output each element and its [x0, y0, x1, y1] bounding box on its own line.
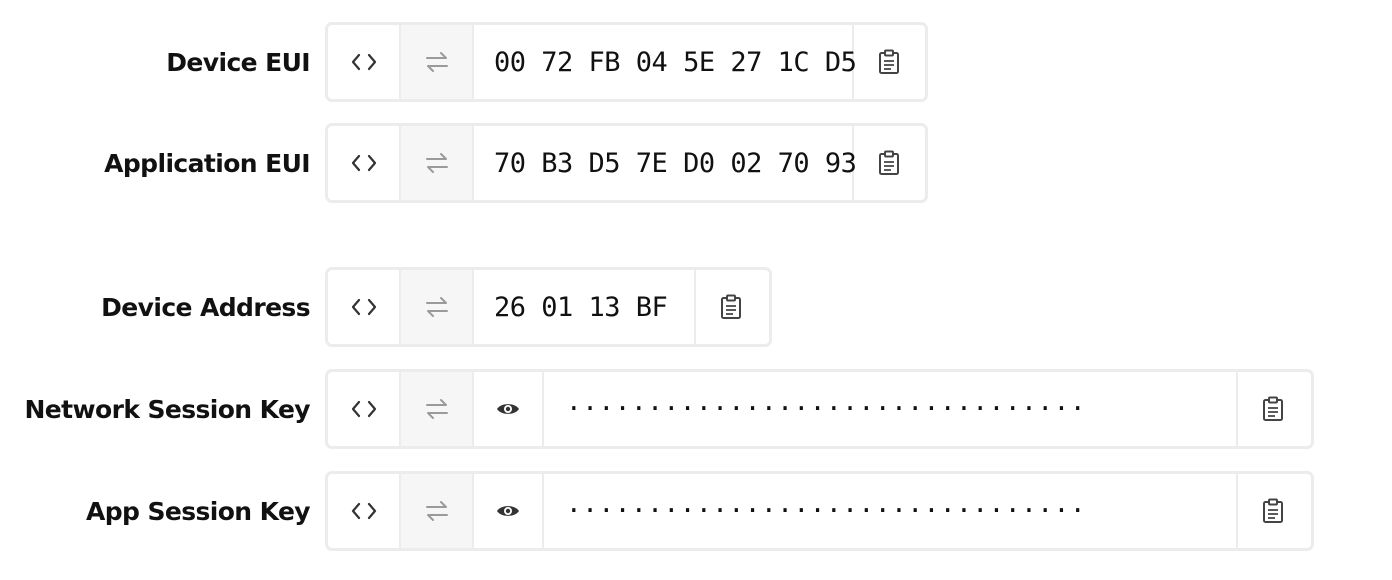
- format-toggle-button[interactable]: [328, 25, 401, 99]
- field-row-device-address: Device Address 26 01 13 BF: [0, 267, 772, 347]
- format-toggle-button[interactable]: [328, 270, 401, 344]
- clipboard-icon: [1263, 396, 1283, 421]
- field-label: App Session Key: [86, 496, 311, 526]
- device-address-value[interactable]: 26 01 13 BF: [474, 270, 696, 344]
- byte-order-swap-button[interactable]: [401, 372, 474, 446]
- copy-button[interactable]: [1238, 474, 1308, 548]
- app-session-key-field: ································: [325, 471, 1314, 551]
- field-label: Network Session Key: [24, 394, 310, 424]
- code-brackets-icon: [351, 53, 376, 71]
- clipboard-icon: [879, 150, 899, 175]
- field-label: Application EUI: [104, 148, 310, 178]
- network-session-key-value[interactable]: ································: [544, 372, 1238, 446]
- device-address-field: 26 01 13 BF: [325, 267, 772, 347]
- device-eui-field: 00 72 FB 04 5E 27 1C D5: [325, 22, 928, 102]
- clipboard-icon: [1263, 498, 1283, 523]
- swap-arrows-icon: [425, 297, 448, 317]
- field-row-device-eui: Device EUI 00 72 FB 04 5E 27 1C D5: [0, 22, 928, 102]
- byte-order-swap-button[interactable]: [401, 270, 474, 344]
- code-brackets-icon: [351, 154, 376, 172]
- copy-button[interactable]: [854, 25, 924, 99]
- byte-order-swap-button[interactable]: [401, 474, 474, 548]
- reveal-key-button[interactable]: [474, 372, 544, 446]
- format-toggle-button[interactable]: [328, 126, 401, 200]
- application-eui-value[interactable]: 70 B3 D5 7E D0 02 70 93: [474, 126, 857, 200]
- copy-button[interactable]: [854, 126, 924, 200]
- application-eui-field: 70 B3 D5 7E D0 02 70 93: [325, 123, 928, 203]
- device-eui-value[interactable]: 00 72 FB 04 5E 27 1C D5: [474, 25, 857, 99]
- code-brackets-icon: [351, 298, 376, 316]
- field-label: Device EUI: [166, 47, 310, 77]
- clipboard-icon: [879, 49, 899, 74]
- format-toggle-button[interactable]: [328, 474, 401, 548]
- field-row-network-session-key: Network Session Key ····················…: [0, 369, 1314, 449]
- field-row-app-session-key: App Session Key ························…: [0, 471, 1314, 551]
- network-session-key-field: ································: [325, 369, 1314, 449]
- copy-button[interactable]: [1238, 372, 1308, 446]
- eye-icon: [497, 506, 519, 516]
- eye-icon: [497, 404, 519, 414]
- field-label: Device Address: [101, 292, 310, 322]
- format-toggle-button[interactable]: [328, 372, 401, 446]
- swap-arrows-icon: [425, 501, 448, 521]
- code-brackets-icon: [351, 502, 376, 520]
- swap-arrows-icon: [425, 52, 448, 72]
- byte-order-swap-button[interactable]: [401, 25, 474, 99]
- field-row-application-eui: Application EUI 70 B3 D5 7E D0 02 70 93: [0, 123, 928, 203]
- copy-button[interactable]: [696, 270, 766, 344]
- clipboard-icon: [721, 294, 741, 319]
- app-session-key-value[interactable]: ································: [544, 474, 1238, 548]
- code-brackets-icon: [351, 400, 376, 418]
- byte-order-swap-button[interactable]: [401, 126, 474, 200]
- swap-arrows-icon: [425, 153, 448, 173]
- reveal-key-button[interactable]: [474, 474, 544, 548]
- swap-arrows-icon: [425, 399, 448, 419]
